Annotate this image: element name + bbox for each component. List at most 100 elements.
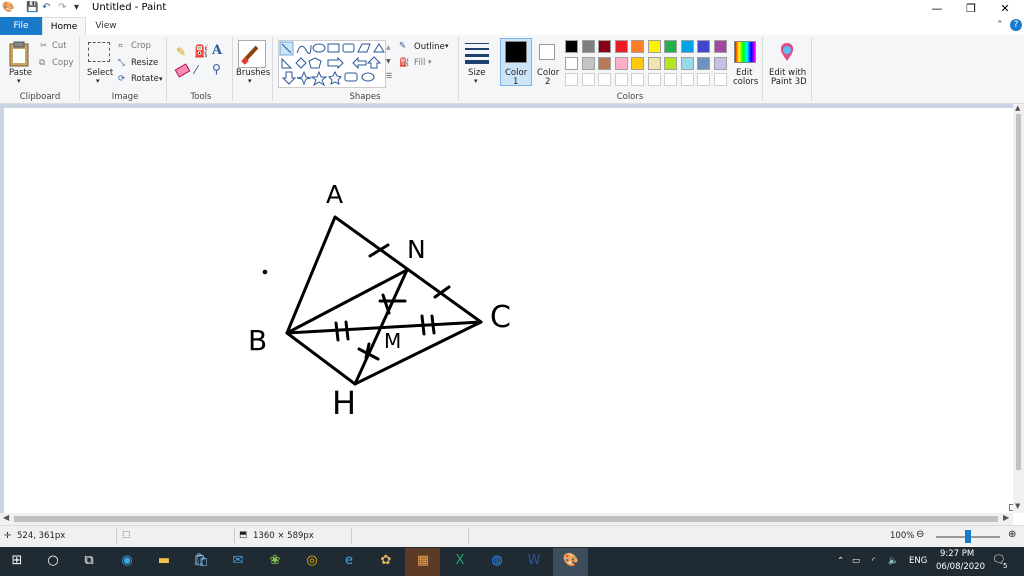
- palette-swatch[interactable]: [598, 56, 611, 70]
- zalo-icon[interactable]: ◍: [486, 551, 508, 571]
- chrome-icon[interactable]: ◎: [301, 551, 323, 571]
- excel-icon[interactable]: X: [449, 551, 471, 571]
- scroll-up-icon[interactable]: ▲: [1015, 104, 1020, 112]
- palette-swatch[interactable]: [565, 56, 578, 70]
- crop-button[interactable]: Crop: [131, 41, 151, 51]
- palette-swatch[interactable]: [697, 40, 710, 53]
- zoom-in-button[interactable]: ⊕: [1008, 529, 1016, 540]
- app-icon[interactable]: ❀: [264, 551, 286, 571]
- restore-button[interactable]: ❐: [954, 0, 988, 17]
- resize-button[interactable]: Resize: [131, 58, 158, 68]
- color-picker-icon[interactable]: ⁄: [195, 63, 197, 77]
- palette-swatch[interactable]: [713, 56, 727, 70]
- task-view-icon[interactable]: ⧉: [78, 551, 100, 571]
- custom-color-slot[interactable]: [647, 73, 661, 86]
- rotate-dropdown-icon[interactable]: ▾: [159, 75, 163, 83]
- tab-home[interactable]: Home: [42, 17, 86, 36]
- brushes-button[interactable]: [238, 40, 266, 68]
- file-explorer-icon[interactable]: ▬: [153, 551, 175, 571]
- fill-bucket-icon[interactable]: ⛽: [194, 44, 209, 58]
- fill-button[interactable]: Fill: [414, 58, 425, 68]
- mail-icon[interactable]: ✉: [227, 551, 249, 571]
- show-hidden-icons[interactable]: ⌃: [837, 556, 844, 566]
- select-dropdown-icon[interactable]: ▾: [96, 77, 100, 85]
- palette-swatch[interactable]: [581, 40, 595, 53]
- paint3d-label-2[interactable]: Paint 3D: [771, 77, 807, 87]
- customize-quick-access-icon[interactable]: ▾: [74, 2, 79, 13]
- outline-dropdown-icon[interactable]: ▾: [445, 42, 449, 50]
- edit-colors-label-2[interactable]: colors: [733, 77, 758, 87]
- tab-view[interactable]: View: [88, 17, 124, 35]
- custom-color-slot[interactable]: [614, 73, 628, 86]
- language-indicator[interactable]: ENG: [909, 556, 927, 566]
- brushes-label[interactable]: Brushes: [236, 68, 270, 78]
- clock-time[interactable]: 9:27 PM: [940, 549, 974, 559]
- horizontal-scrollbar[interactable]: ◀ ▶: [0, 513, 1013, 525]
- windows-start-icon[interactable]: ⊞: [6, 551, 28, 571]
- palette-swatch[interactable]: [631, 56, 644, 70]
- scroll-down-icon[interactable]: ▼: [1015, 502, 1020, 510]
- size-dropdown-icon[interactable]: ▾: [474, 77, 478, 85]
- paste-button[interactable]: [8, 40, 32, 68]
- paint-taskbar-icon[interactable]: 🎨: [560, 551, 582, 571]
- paint-app-icon[interactable]: 🎨: [2, 2, 14, 13]
- shapes-more-icon[interactable]: ☰: [386, 72, 392, 80]
- custom-color-slot[interactable]: [713, 73, 727, 86]
- pencil-icon[interactable]: ✎: [176, 45, 186, 59]
- palette-swatch[interactable]: [647, 40, 661, 53]
- clock-date[interactable]: 06/08/2020: [936, 562, 985, 572]
- wifi-icon[interactable]: ◜: [872, 556, 875, 566]
- paint3d-button[interactable]: [777, 41, 797, 63]
- palette-swatch[interactable]: [664, 40, 677, 53]
- palette-swatch[interactable]: [614, 40, 628, 53]
- palette-swatch[interactable]: [647, 56, 661, 70]
- internet-explorer-icon[interactable]: e: [338, 551, 360, 571]
- zoom-slider-thumb[interactable]: [965, 530, 971, 543]
- calculator-icon[interactable]: ▦: [412, 551, 434, 571]
- vertical-scrollbar[interactable]: ▲ ▼: [1013, 104, 1024, 513]
- help-icon[interactable]: ?: [1010, 19, 1022, 31]
- palette-swatch[interactable]: [680, 40, 694, 53]
- select-label[interactable]: Select: [87, 68, 113, 78]
- palette-swatch[interactable]: [565, 40, 578, 53]
- minimize-button[interactable]: —: [920, 0, 954, 17]
- size-icon[interactable]: [463, 40, 491, 64]
- canvas[interactable]: A N B C M H: [4, 108, 1013, 513]
- collapse-ribbon-icon[interactable]: ⌃: [996, 20, 1004, 30]
- palette-swatch[interactable]: [614, 56, 628, 70]
- volume-icon[interactable]: 🔈: [888, 556, 899, 566]
- select-icon[interactable]: [88, 42, 110, 62]
- scroll-left-icon[interactable]: ◀: [3, 513, 9, 522]
- palette-swatch[interactable]: [598, 40, 611, 53]
- color2-swatch[interactable]: [539, 44, 555, 60]
- magnifier-icon[interactable]: ⚲: [212, 62, 221, 76]
- custom-color-slot[interactable]: [565, 73, 578, 86]
- word-icon[interactable]: W: [523, 551, 545, 571]
- edit-colors-icon[interactable]: [734, 41, 756, 63]
- vertical-scroll-thumb[interactable]: [1016, 114, 1021, 470]
- custom-color-slot[interactable]: [581, 73, 595, 86]
- undo-icon[interactable]: ↶: [42, 2, 50, 13]
- save-icon[interactable]: 💾: [26, 2, 38, 13]
- shapes-scroll-down-icon[interactable]: ▼: [386, 58, 391, 65]
- scroll-right-icon[interactable]: ▶: [1003, 513, 1009, 522]
- palette-swatch[interactable]: [581, 56, 595, 70]
- cut-button[interactable]: Cut: [52, 41, 67, 51]
- close-button[interactable]: ✕: [988, 0, 1022, 17]
- custom-color-slot[interactable]: [697, 73, 710, 86]
- redo-icon[interactable]: ↷: [58, 2, 66, 13]
- fill-dropdown-icon[interactable]: ▾: [428, 58, 432, 66]
- custom-color-slot[interactable]: [680, 73, 694, 86]
- search-icon[interactable]: ○: [42, 551, 64, 571]
- tab-file[interactable]: File: [0, 17, 42, 35]
- text-tool-icon[interactable]: A: [212, 43, 222, 58]
- shapes-gallery[interactable]: [278, 40, 386, 88]
- palette-swatch[interactable]: [697, 56, 710, 70]
- shapes-scroll-up-icon[interactable]: ▲: [386, 44, 391, 51]
- palette-swatch[interactable]: [713, 40, 727, 53]
- horizontal-scroll-thumb[interactable]: [14, 516, 998, 522]
- rotate-button[interactable]: Rotate: [131, 74, 159, 84]
- custom-color-slot[interactable]: [631, 73, 644, 86]
- app-icon[interactable]: ✿: [375, 551, 397, 571]
- paste-dropdown-icon[interactable]: ▾: [17, 77, 21, 85]
